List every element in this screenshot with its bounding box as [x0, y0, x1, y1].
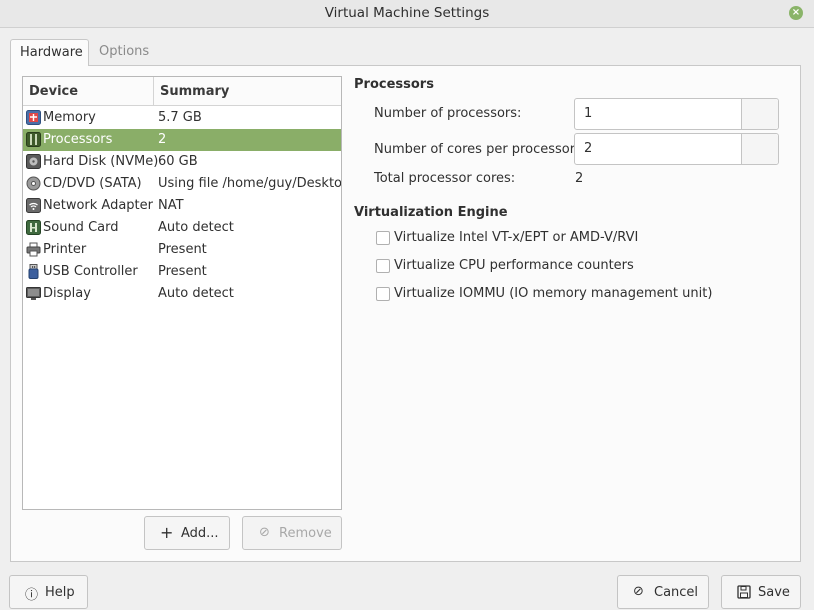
device-row-sound-card[interactable]: Sound Card Auto detect	[23, 217, 341, 239]
device-list-header: Device Summary	[23, 77, 341, 106]
num-processors-spinner[interactable]: 1	[574, 98, 779, 130]
device-summary: 60 GB	[158, 154, 198, 169]
column-header-summary[interactable]: Summary	[154, 77, 341, 106]
device-row-memory[interactable]: Memory 5.7 GB	[23, 107, 341, 129]
device-summary: Auto detect	[158, 286, 234, 301]
help-button[interactable]: ⓘ Help	[9, 575, 88, 609]
device-row-display[interactable]: Display Auto detect	[23, 283, 341, 305]
virtualize-perf-counters-checkbox[interactable]	[376, 259, 390, 273]
cancel-button[interactable]: ⊘ Cancel	[617, 575, 709, 609]
device-name: CD/DVD (SATA)	[43, 176, 142, 191]
device-name: Sound Card	[43, 220, 119, 235]
cores-per-processor-value[interactable]: 2	[584, 141, 592, 156]
device-name: Printer	[43, 242, 87, 257]
printer-icon	[26, 242, 41, 257]
display-icon	[26, 286, 41, 301]
device-row-printer[interactable]: Printer Present	[23, 239, 341, 261]
device-list[interactable]: Device Summary Memory 5.7 GB Processors …	[22, 76, 342, 510]
device-row-hard-disk[interactable]: Hard Disk (NVMe) 60 GB	[23, 151, 341, 173]
virtualize-iommu-checkbox[interactable]	[376, 287, 390, 301]
hard-disk-icon	[26, 154, 41, 169]
remove-button-label: Remove	[279, 526, 332, 541]
device-summary: NAT	[158, 198, 184, 213]
device-row-usb-controller[interactable]: USB Controller Present	[23, 261, 341, 283]
virtualize-perf-counters-label[interactable]: Virtualize CPU performance counters	[394, 258, 634, 273]
device-summary: 5.7 GB	[158, 110, 202, 125]
virtualize-vtx-checkbox[interactable]	[376, 231, 390, 245]
remove-icon: ⊘	[259, 525, 270, 540]
device-summary: Using file /home/guy/Desktop	[158, 176, 341, 191]
num-processors-value[interactable]: 1	[584, 106, 592, 121]
device-row-processors[interactable]: Processors 2	[23, 129, 341, 151]
column-header-device[interactable]: Device	[23, 77, 154, 106]
add-button-label: Add...	[181, 526, 219, 541]
virtualization-section-title: Virtualization Engine	[354, 205, 508, 220]
device-name: Memory	[43, 110, 96, 125]
memory-icon	[26, 110, 41, 125]
cores-per-processor-spinner[interactable]: 2	[574, 133, 779, 165]
device-summary: Present	[158, 242, 207, 257]
cores-per-processor-label: Number of cores per processor:	[374, 142, 580, 157]
sound-card-icon	[26, 220, 41, 235]
device-summary: Present	[158, 264, 207, 279]
help-button-label: Help	[45, 585, 75, 600]
virtualize-vtx-label[interactable]: Virtualize Intel VT-x/EPT or AMD-V/RVI	[394, 230, 638, 245]
plus-icon: +	[160, 523, 174, 542]
tab-options[interactable]: Options	[90, 39, 160, 66]
processors-section-title: Processors	[354, 77, 434, 92]
window-titlebar: Virtual Machine Settings ×	[0, 0, 814, 28]
info-icon: ⓘ	[25, 588, 39, 603]
close-icon[interactable]: ×	[789, 6, 803, 20]
total-cores-label: Total processor cores:	[374, 171, 516, 186]
device-name: Hard Disk (NVMe)	[43, 154, 159, 169]
device-row-network-adapter[interactable]: Network Adapter NAT	[23, 195, 341, 217]
cd-dvd-icon	[26, 176, 41, 191]
cancel-button-label: Cancel	[654, 585, 699, 600]
cores-per-processor-dropdown-button[interactable]	[741, 134, 778, 164]
total-cores-value: 2	[575, 171, 584, 186]
num-processors-dropdown-button[interactable]	[741, 99, 778, 129]
virtualize-iommu-label[interactable]: Virtualize IOMMU (IO memory management u…	[394, 286, 712, 301]
add-device-button[interactable]: + Add...	[144, 516, 230, 550]
num-processors-label: Number of processors:	[374, 106, 522, 121]
network-adapter-icon	[26, 198, 41, 213]
save-button-label: Save	[758, 585, 790, 600]
cancel-icon: ⊘	[633, 584, 644, 599]
save-button[interactable]: Save	[721, 575, 801, 609]
remove-device-button[interactable]: ⊘ Remove	[242, 516, 342, 550]
window-title: Virtual Machine Settings	[324, 5, 490, 21]
device-name: Network Adapter	[43, 198, 153, 213]
device-name: USB Controller	[43, 264, 138, 279]
tab-hardware[interactable]: Hardware	[10, 39, 89, 66]
device-row-cd-dvd[interactable]: CD/DVD (SATA) Using file /home/guy/Deskt…	[23, 173, 341, 195]
device-name: Display	[43, 286, 91, 301]
device-name: Processors	[43, 132, 113, 147]
device-summary: Auto detect	[158, 220, 234, 235]
processor-icon	[26, 132, 41, 147]
device-summary: 2	[158, 132, 167, 147]
usb-controller-icon	[26, 264, 41, 279]
save-icon	[737, 585, 751, 603]
